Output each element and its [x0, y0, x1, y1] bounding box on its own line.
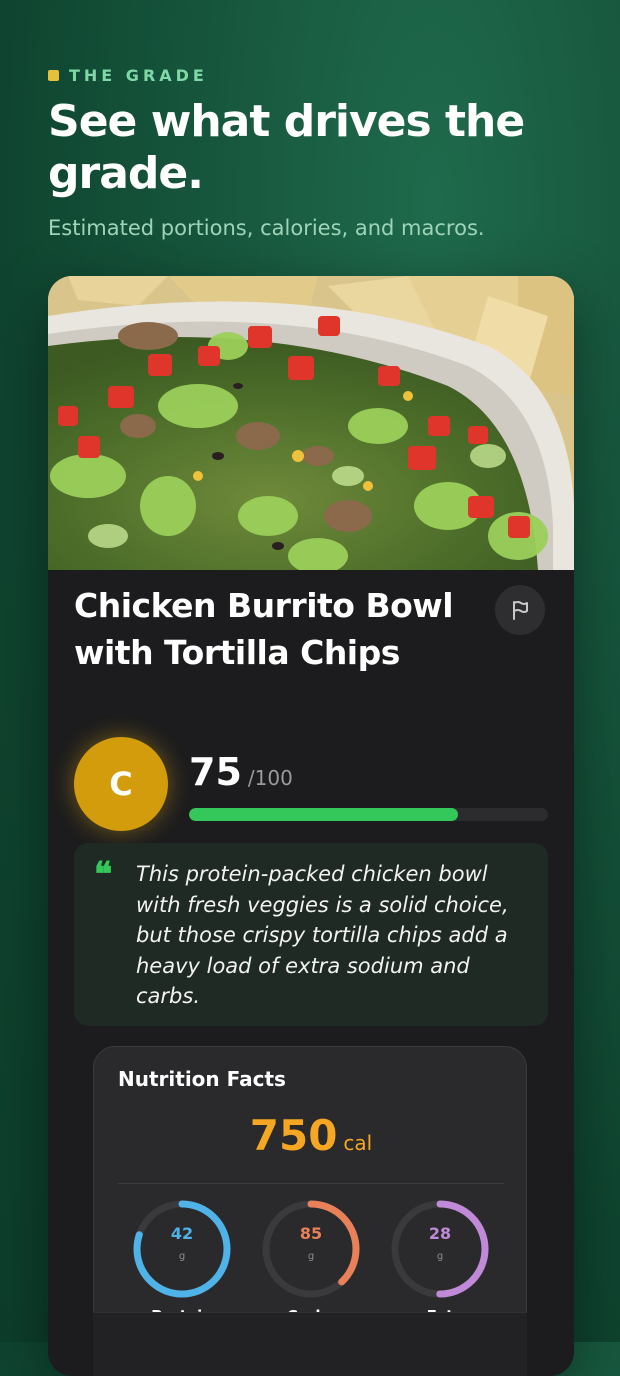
report-button[interactable]	[495, 585, 545, 635]
meal-card: Chicken Burrito Bowl with Tortilla Chips…	[48, 276, 574, 1376]
score-progress-fill	[189, 808, 459, 821]
macro-unit: g	[307, 1251, 315, 1262]
score-readout: 75 /100	[189, 750, 293, 794]
page-subhead: Estimated portions, calories, and macros…	[48, 216, 485, 240]
summary-text: This protein-packed chicken bowl with fr…	[136, 862, 509, 1008]
macro-ring	[391, 1200, 489, 1298]
nutrition-title: Nutrition Facts	[118, 1067, 286, 1091]
calories-readout: 750 cal	[94, 1111, 528, 1160]
macro-unit: g	[178, 1251, 186, 1262]
meal-photo	[48, 276, 574, 570]
flag-icon	[513, 601, 528, 620]
eyebrow-label: THE GRADE	[69, 66, 208, 85]
grade-badge: C	[74, 737, 168, 831]
calories-unit: cal	[343, 1131, 373, 1155]
score-max: /100	[247, 766, 293, 790]
quote-icon: ❝	[94, 855, 113, 895]
meal-title: Chicken Burrito Bowl with Tortilla Chips	[74, 586, 454, 672]
meal-photo-illustration	[48, 276, 574, 570]
score-value: 75	[189, 750, 242, 794]
divider	[118, 1183, 504, 1184]
page-headline: See what drives the grade.	[48, 96, 525, 199]
eyebrow: THE GRADE	[48, 66, 208, 85]
summary-quote: ❝ This protein-packed chicken bowl with …	[74, 843, 548, 1026]
macro-unit: g	[436, 1251, 444, 1262]
macro-value: 28	[428, 1224, 452, 1243]
score-progress-bar	[189, 808, 548, 821]
macro-fat: 28 g Fat	[385, 1199, 495, 1329]
square-dot-icon	[48, 70, 59, 81]
macro-value: 85	[299, 1224, 323, 1243]
bottom-sheet-edge	[93, 1312, 527, 1376]
macro-ring	[133, 1200, 231, 1298]
macro-value: 42	[170, 1224, 194, 1243]
macro-ring	[262, 1200, 360, 1298]
macro-protein: 42 g Protein	[127, 1199, 237, 1329]
calories-value: 750	[249, 1111, 338, 1160]
macro-carbs: 85 g Carbs	[256, 1199, 366, 1329]
